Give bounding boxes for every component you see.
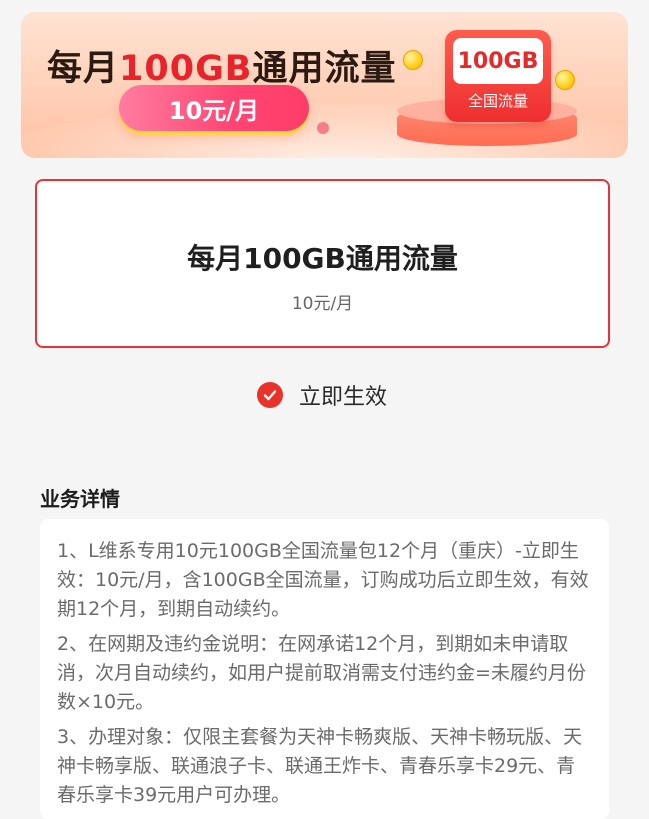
- product-price: 10元/月: [291, 294, 354, 314]
- badge-label: 全国流量: [467, 92, 528, 110]
- coin-icon: [555, 70, 575, 90]
- product-card-selected[interactable]: 每月100GB通用流量 10元/月: [35, 179, 610, 348]
- banner-title-highlight: 100GB: [119, 49, 253, 89]
- banner-price-pill: 10元/月: [119, 85, 309, 131]
- decor-dot: [317, 122, 329, 134]
- coin-icon: [403, 50, 423, 70]
- details-paragraph: 3、办理对象：仅限主套餐为天神卡畅爽版、天神卡畅玩版、天神卡畅享版、联通浪子卡、…: [57, 726, 583, 806]
- banner-title-prefix: 每月: [47, 49, 120, 89]
- details-paragraph: 1、L维系专用10元100GB全国流量包12个月（重庆）-立即生效：10元/月，…: [57, 540, 589, 620]
- banner-title: 每月100GB通用流量: [47, 40, 397, 91]
- details-heading: 业务详情: [40, 487, 120, 511]
- product-title: 每月100GB通用流量: [187, 242, 458, 275]
- badge-value: 100GB: [453, 38, 543, 84]
- effective-label: 立即生效: [299, 385, 388, 410]
- data-badge: 100GB 全国流量: [445, 30, 551, 122]
- details-panel: 1、L维系专用10元100GB全国流量包12个月（重庆）-立即生效：10元/月，…: [40, 519, 609, 819]
- banner-title-suffix: 通用流量: [252, 49, 397, 89]
- details-paragraph: 2、在网期及违约金说明：在网承诺12个月，到期如未申请取消，次月自动续约，如用户…: [57, 633, 586, 713]
- check-icon[interactable]: [257, 382, 283, 408]
- effective-immediately-option[interactable]: 立即生效: [257, 378, 387, 412]
- promo-banner: 每月100GB通用流量 10元/月 100GB 全国流量: [21, 12, 628, 158]
